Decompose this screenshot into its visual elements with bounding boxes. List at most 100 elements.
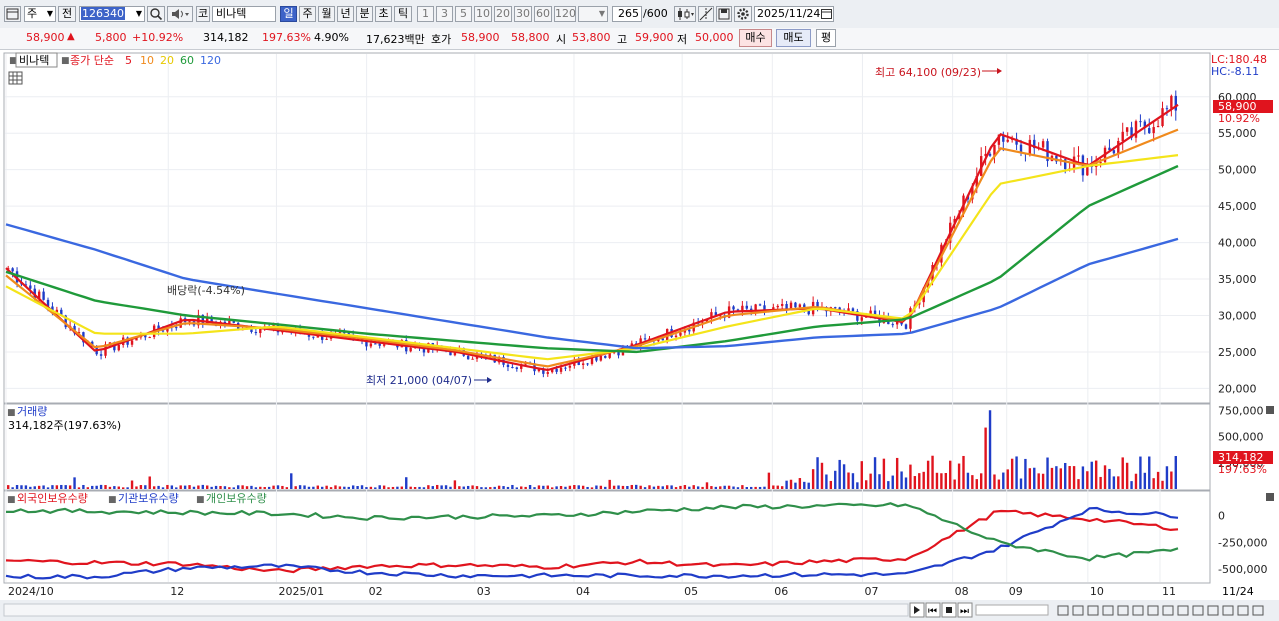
interval-30-button[interactable]: 30 <box>514 6 532 22</box>
zoom-slider[interactable] <box>975 604 1049 616</box>
volume-bar <box>471 485 474 489</box>
volume-bar <box>1064 462 1067 489</box>
volume-bar <box>241 485 244 489</box>
chart-scrollbar[interactable] <box>3 603 909 617</box>
volume-bar <box>1125 462 1129 489</box>
volume-bar <box>789 479 793 489</box>
volume-bar <box>1033 467 1036 489</box>
candle-body <box>1112 150 1116 154</box>
count-input[interactable]: 265 <box>612 6 642 22</box>
period-minute-button[interactable]: 분 <box>356 6 373 22</box>
ma-period-60: 60 <box>180 54 194 67</box>
interval-3-button[interactable]: 3 <box>436 6 453 22</box>
volume-bar <box>1037 473 1040 489</box>
sell-button[interactable]: 매도 <box>776 29 811 47</box>
eval-button[interactable]: 평 <box>816 29 836 47</box>
holder-close-icon[interactable] <box>1266 493 1274 501</box>
ma-period-120: 120 <box>200 54 221 67</box>
period-tick-label: 틱 <box>397 7 409 20</box>
volume-bar <box>219 485 222 489</box>
interval-60-button[interactable]: 60 <box>534 6 552 22</box>
volume-bar <box>564 486 567 489</box>
volume-bar <box>449 486 452 489</box>
volume-bar <box>842 464 846 489</box>
candle-body <box>117 345 120 351</box>
price-tick-label: 50,000 <box>1218 164 1257 177</box>
price-tick-label: 40,000 <box>1218 237 1257 250</box>
chart-background <box>0 50 1279 621</box>
calendar-icon[interactable] <box>821 8 832 23</box>
candle-body <box>785 304 788 309</box>
candle-body <box>409 347 412 352</box>
x-tick-label: 05 <box>684 585 698 598</box>
volume-bar <box>705 482 709 489</box>
high-price: 59,900 <box>635 31 674 44</box>
period-day-button[interactable]: 일 <box>280 6 297 22</box>
stock-chart[interactable]: ■ 비나텍 ■ 종가 단순 5 10 20 60 120 최고 64,100 (… <box>0 50 1279 621</box>
volume-bar <box>77 487 81 489</box>
chart-window-icon[interactable] <box>4 6 21 22</box>
volume-bar <box>568 485 572 489</box>
date-value: 2025/11/24 <box>757 7 821 20</box>
bid-price: 58,800 <box>511 31 550 44</box>
volume-value-label: 314,182주(197.63%) <box>8 419 121 432</box>
volume-bar <box>263 487 266 489</box>
buy-button[interactable]: 매수 <box>739 29 772 47</box>
volume-bar <box>520 486 523 489</box>
volume-close-icon[interactable] <box>1266 406 1274 414</box>
volume-tick-label: 500,000 <box>1218 431 1264 444</box>
chart-type-select[interactable]: 주 ▼ <box>24 6 56 22</box>
gear-icon[interactable] <box>734 6 752 22</box>
volume-bar <box>1103 465 1107 489</box>
volume-bar <box>413 487 417 489</box>
stock-code-input[interactable]: 126340 ▼ <box>79 6 145 22</box>
interval-10-button[interactable]: 10 <box>474 6 492 22</box>
period-tick-button[interactable]: 틱 <box>394 6 412 22</box>
volume-bar <box>104 485 107 489</box>
volume-bar <box>290 473 293 489</box>
interval-label: 20 <box>496 7 510 20</box>
ma-period-20: 20 <box>160 54 174 67</box>
interval-20-button[interactable]: 20 <box>494 6 512 22</box>
volume-bar <box>506 486 510 489</box>
interval-1-button[interactable]: 1 <box>417 6 434 22</box>
volume-bar <box>825 474 828 489</box>
interval-120-button[interactable]: 120 <box>554 6 576 22</box>
volume-bar <box>648 485 651 489</box>
fast-forward-glyph: ⏭ <box>960 606 969 617</box>
volume-bar <box>33 486 36 489</box>
stock-name-field[interactable]: 비나텍 <box>212 6 276 22</box>
volume-bar <box>1024 458 1027 489</box>
interval-5-button[interactable]: 5 <box>455 6 472 22</box>
volume-bar <box>1112 476 1116 489</box>
interval-select[interactable]: ▼ <box>578 6 608 22</box>
volume-bar <box>458 486 461 489</box>
candle-type-icon[interactable] <box>674 6 696 22</box>
period-year-button[interactable]: 년 <box>337 6 354 22</box>
date-input[interactable]: 2025/11/24 <box>754 6 834 22</box>
save-icon[interactable] <box>716 6 732 22</box>
x-tick-label: 02 <box>369 585 383 598</box>
volume-bar <box>811 469 815 489</box>
volume-bar <box>665 485 669 489</box>
period-week-button[interactable]: 주 <box>299 6 316 22</box>
candle-body <box>29 285 32 289</box>
period-month-button[interactable]: 월 <box>318 6 335 22</box>
volume-bar <box>1002 472 1005 489</box>
volume-bar <box>51 485 54 489</box>
volume-bar <box>944 473 948 489</box>
volume-bar <box>1094 460 1098 489</box>
volume-bar <box>431 486 434 489</box>
candle-body <box>99 354 103 356</box>
volume-bar <box>1077 479 1080 489</box>
volume-bar <box>60 484 63 489</box>
candle-body <box>506 364 510 368</box>
volume-bar <box>1019 478 1023 489</box>
table-icon[interactable] <box>8 71 23 85</box>
crosshair-icon[interactable] <box>698 6 714 22</box>
period-second-button[interactable]: 초 <box>375 6 392 22</box>
speaker-icon[interactable] <box>167 6 193 22</box>
prev-button[interactable]: 전 <box>58 6 76 22</box>
search-icon[interactable] <box>147 6 165 22</box>
candle-body <box>1148 128 1151 134</box>
